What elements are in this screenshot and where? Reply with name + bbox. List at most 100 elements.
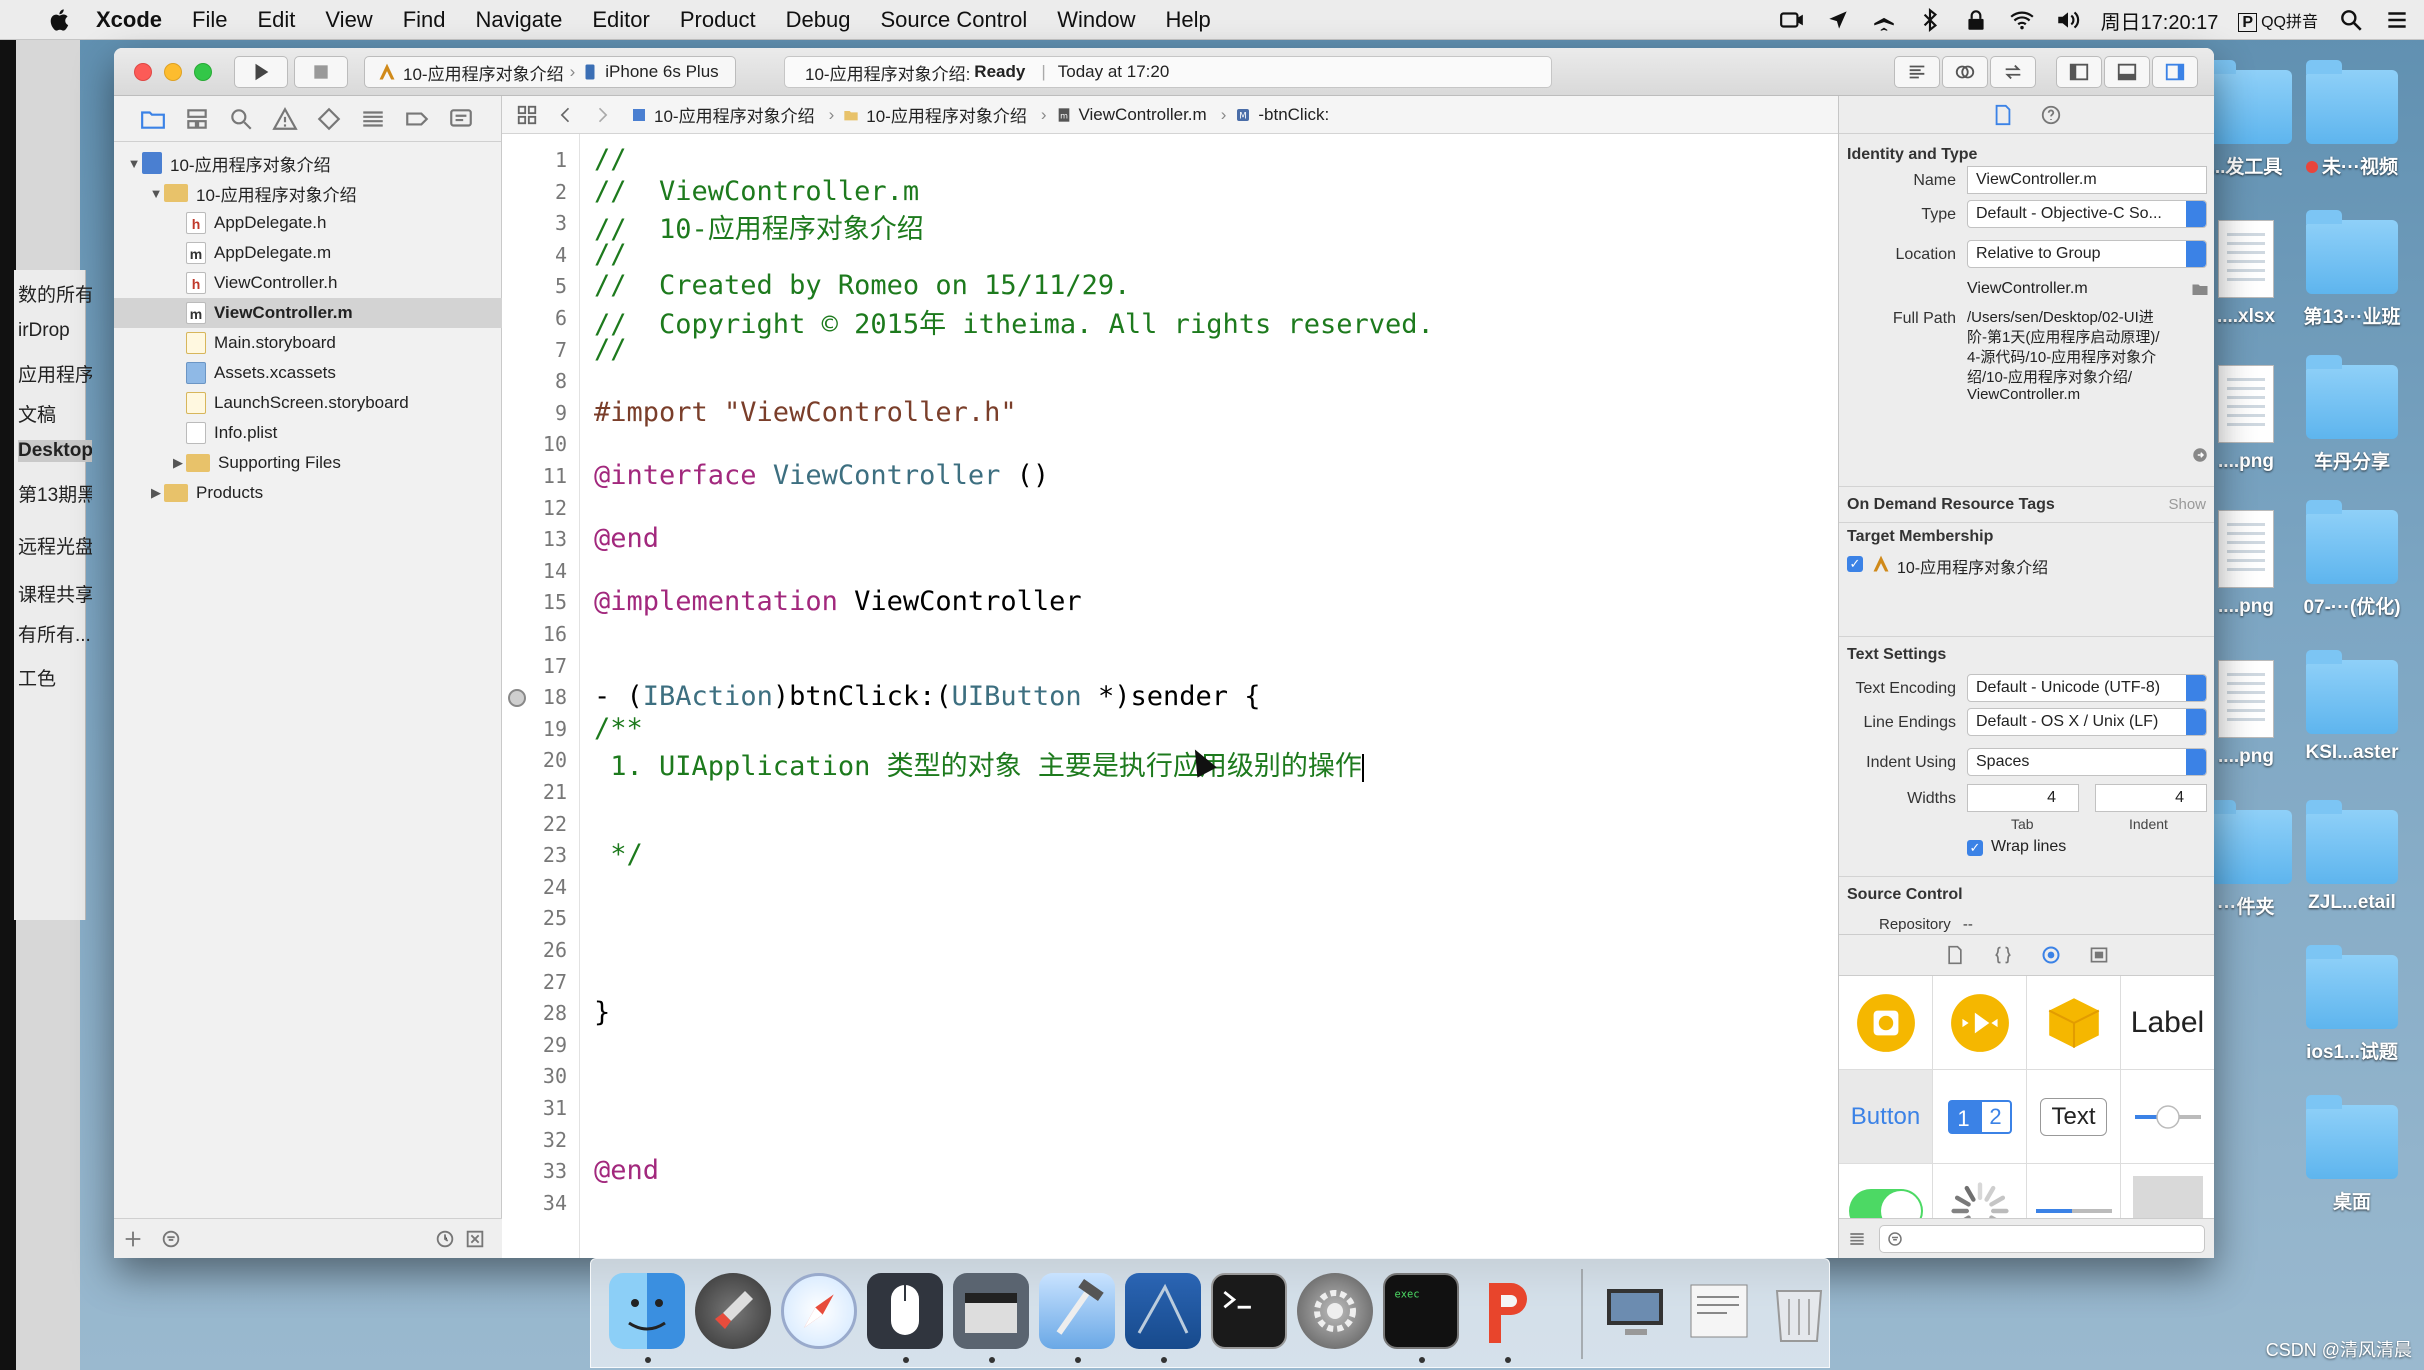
disclosure-closed-icon[interactable]: ▶ bbox=[148, 485, 164, 501]
file-template-icon[interactable] bbox=[1945, 945, 1965, 965]
filter-icon[interactable] bbox=[160, 1228, 182, 1250]
tree-item[interactable]: ▶ Products bbox=[114, 478, 502, 508]
desktop-item[interactable]: 车丹分享 bbox=[2282, 355, 2422, 474]
source-editor[interactable]: 10-应用程序对象介绍 › 10-应用程序对象介绍 › m ViewContro… bbox=[502, 96, 1838, 1258]
menu-editor[interactable]: Editor bbox=[592, 7, 649, 33]
tree-item[interactable]: LaunchScreen.storyboard bbox=[114, 388, 502, 418]
desktop-item[interactable]: 07-···(优化) bbox=[2282, 500, 2422, 619]
scm-filter-icon[interactable] bbox=[464, 1228, 486, 1250]
finder-dock-icon[interactable] bbox=[609, 1273, 685, 1349]
reveal-in-finder-icon[interactable] bbox=[2191, 446, 2209, 464]
disclosure-open-icon[interactable]: ▼ bbox=[148, 186, 164, 201]
assistant-editor-button[interactable] bbox=[1942, 56, 1988, 88]
menu-view[interactable]: View bbox=[325, 7, 372, 33]
mouse-dock-icon[interactable] bbox=[867, 1273, 943, 1349]
target-checkbox[interactable]: ✓ bbox=[1847, 556, 1863, 572]
notification-center-icon[interactable] bbox=[2384, 7, 2410, 33]
version-editor-button[interactable] bbox=[1990, 56, 2036, 88]
code-snippet-icon[interactable] bbox=[1993, 945, 2013, 965]
issue-nav-icon[interactable] bbox=[272, 106, 298, 132]
menu-app-name[interactable]: Xcode bbox=[96, 7, 162, 33]
menu-navigate[interactable]: Navigate bbox=[476, 7, 563, 33]
odr-show-button[interactable]: Show bbox=[2168, 496, 2206, 513]
bluetooth-icon[interactable] bbox=[1917, 7, 1943, 33]
jump-file[interactable]: ViewController.m bbox=[1079, 105, 1207, 125]
library-label[interactable]: Label bbox=[2121, 976, 2214, 1070]
test-nav-icon[interactable] bbox=[316, 106, 342, 132]
standard-editor-button[interactable] bbox=[1894, 56, 1940, 88]
disclosure-closed-icon[interactable]: ▶ bbox=[170, 455, 186, 471]
spotlight-search-icon[interactable] bbox=[2338, 7, 2364, 33]
location-icon[interactable] bbox=[1825, 7, 1851, 33]
finder-sidebar-item[interactable]: 应用程序 bbox=[18, 360, 92, 387]
menu-find[interactable]: Find bbox=[403, 7, 446, 33]
run-button[interactable] bbox=[234, 56, 288, 88]
close-button[interactable] bbox=[134, 63, 152, 81]
tree-item[interactable]: m ViewController.m bbox=[114, 298, 502, 328]
library-slider[interactable] bbox=[2121, 1070, 2214, 1164]
menu-window[interactable]: Window bbox=[1057, 7, 1135, 33]
instruments-dock-icon[interactable] bbox=[1125, 1273, 1201, 1349]
tree-item[interactable]: h AppDelegate.h bbox=[114, 208, 502, 238]
tree-item[interactable]: ▼ 10-应用程序对象介绍 bbox=[114, 178, 502, 208]
volume-icon[interactable] bbox=[2055, 7, 2081, 33]
presentation-dock-icon[interactable] bbox=[1469, 1273, 1545, 1349]
menu-help[interactable]: Help bbox=[1166, 7, 1211, 33]
jump-method[interactable]: -btnClick: bbox=[1258, 105, 1329, 125]
indent-using-popup[interactable]: Spaces bbox=[1967, 748, 2207, 776]
document-dock-icon[interactable] bbox=[1681, 1273, 1757, 1349]
line-number-gutter[interactable]: 1 2 3 4 5 6 7 8 9 10 11 12 13 14 15 16 17 18 19 20 21 22 23 24 2… bbox=[502, 134, 580, 1258]
wrap-lines-checkbox[interactable]: ✓ bbox=[1967, 840, 1983, 856]
type-popup[interactable]: Default - Objective-C So... bbox=[1967, 200, 2207, 228]
desktop-item[interactable]: KSI...aster bbox=[2282, 650, 2422, 764]
safari-dock-icon[interactable] bbox=[781, 1273, 857, 1349]
apple-icon[interactable] bbox=[46, 6, 74, 34]
folder-nav-icon[interactable] bbox=[140, 106, 166, 132]
finder-sidebar-item[interactable]: 数的所有 bbox=[18, 280, 92, 307]
folder-reveal-icon[interactable] bbox=[2191, 280, 2209, 298]
library-view-controller[interactable] bbox=[1839, 976, 1933, 1070]
encoding-popup[interactable]: Default - Unicode (UTF-8) bbox=[1967, 674, 2207, 702]
screen-sharing-dock-icon[interactable] bbox=[1601, 1273, 1677, 1349]
terminal-dock-icon[interactable] bbox=[1211, 1273, 1287, 1349]
debug-nav-icon[interactable] bbox=[360, 106, 386, 132]
tree-item[interactable]: Info.plist bbox=[114, 418, 502, 448]
launchpad-dock-icon[interactable] bbox=[695, 1273, 771, 1349]
forward-icon[interactable] bbox=[592, 105, 612, 125]
add-icon[interactable] bbox=[122, 1228, 144, 1250]
grid-view-icon[interactable] bbox=[1847, 1229, 1867, 1249]
scheme-selector[interactable]: 10-应用程序对象介绍 › iPhone 6s Plus bbox=[364, 56, 736, 88]
system-preferences-dock-icon[interactable] bbox=[1297, 1273, 1373, 1349]
media-library-icon[interactable] bbox=[2089, 945, 2109, 965]
back-icon[interactable] bbox=[556, 105, 576, 125]
library-av-player[interactable] bbox=[1933, 976, 2027, 1070]
desktop-item[interactable]: ios1...试题 bbox=[2282, 945, 2422, 1064]
indent-width-field[interactable]: 4 bbox=[2095, 784, 2207, 812]
finder-sidebar-item[interactable]: 有所有... bbox=[18, 620, 92, 647]
library-search-input[interactable] bbox=[1879, 1225, 2205, 1253]
desktop-item[interactable]: ZJL...etail bbox=[2282, 800, 2422, 914]
object-library-icon[interactable] bbox=[2041, 945, 2061, 965]
finder-sidebar-item[interactable]: 课程共享 bbox=[18, 580, 92, 607]
find-nav-icon[interactable] bbox=[228, 106, 254, 132]
tree-item[interactable]: Main.storyboard bbox=[114, 328, 502, 358]
minimize-button[interactable] bbox=[164, 63, 182, 81]
quick-help-icon[interactable] bbox=[2040, 103, 2062, 127]
menu-debug[interactable]: Debug bbox=[786, 7, 851, 33]
library-segmented-control[interactable]: 12 bbox=[1933, 1070, 2027, 1164]
finder-sidebar-item[interactable]: Desktop bbox=[18, 440, 92, 462]
toggle-navigator-button[interactable] bbox=[2056, 56, 2102, 88]
menu-file[interactable]: File bbox=[192, 7, 227, 33]
file-inspector-icon[interactable] bbox=[1992, 103, 2014, 127]
toggle-utilities-button[interactable] bbox=[2152, 56, 2198, 88]
finder-sidebar-item[interactable]: irDrop bbox=[18, 320, 92, 342]
library-text-field[interactable]: Text bbox=[2027, 1070, 2121, 1164]
airplane-icon[interactable] bbox=[1871, 7, 1897, 33]
wifi-icon[interactable] bbox=[2009, 7, 2035, 33]
desktop-item[interactable]: 未···视频 bbox=[2282, 60, 2422, 179]
breakpoint-nav-icon[interactable] bbox=[404, 106, 430, 132]
desktop-item[interactable]: 第13···业班 bbox=[2282, 210, 2422, 329]
menu-source-control[interactable]: Source Control bbox=[881, 7, 1028, 33]
report-nav-icon[interactable] bbox=[448, 106, 474, 132]
name-field[interactable]: ViewController.m bbox=[1967, 166, 2207, 194]
